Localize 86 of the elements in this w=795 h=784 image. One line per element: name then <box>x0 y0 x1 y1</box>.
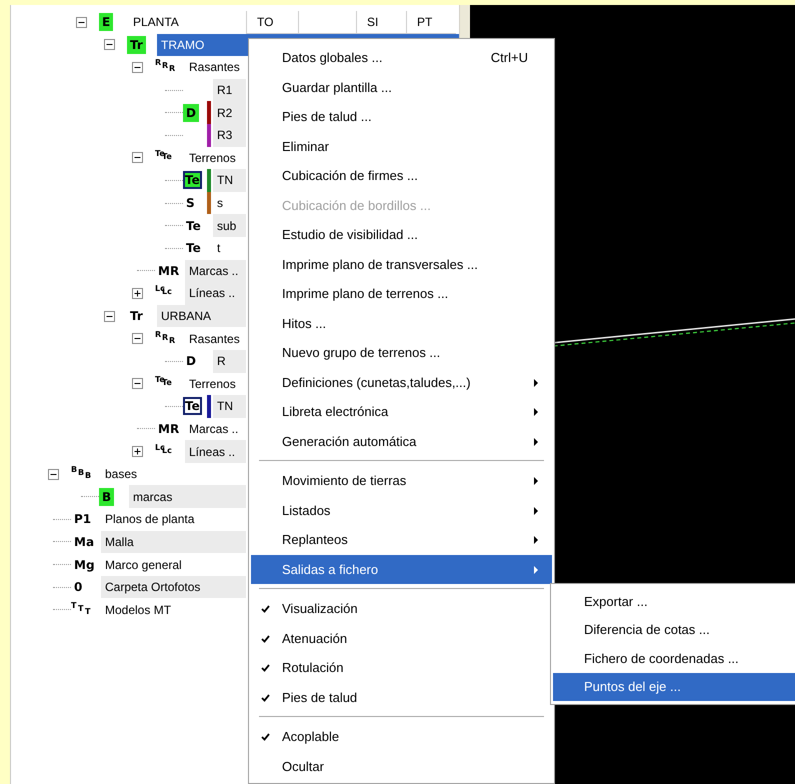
menu-item[interactable]: Fichero de coordenadas ... <box>553 644 795 672</box>
letter-icon: Te <box>183 216 204 235</box>
menu-item[interactable]: Estudio de visibilidad ... <box>251 220 552 250</box>
menu-item[interactable]: Visualización <box>251 594 552 624</box>
letter-icon: Tr <box>127 307 146 326</box>
tree-item[interactable]: R3 <box>213 124 246 147</box>
menu-item[interactable]: Nuevo grupo de terrenos ... <box>251 338 552 368</box>
menu-item[interactable]: Definiciones (cunetas,taludes,...) <box>251 368 552 397</box>
menu-item[interactable]: Datos globales ... Ctrl+U <box>251 43 552 72</box>
tree-item[interactable]: s <box>213 192 246 214</box>
collapse-icon[interactable] <box>132 378 143 390</box>
tree-item[interactable]: R <box>213 350 246 372</box>
menu-item[interactable]: Rotulación <box>251 653 552 682</box>
tree-item[interactable]: marcas <box>129 485 246 508</box>
letter-icon: MR <box>155 262 182 280</box>
menu-item[interactable]: Puntos del eje ... <box>553 672 795 701</box>
letter-icon: Ma <box>71 532 98 551</box>
menu-item[interactable]: Salidas a fichero <box>251 554 552 584</box>
menu-item[interactable]: Cubicación de firmes ... <box>251 161 552 190</box>
tree-item[interactable]: R1 <box>213 78 246 102</box>
tree-item[interactable]: Planos de planta <box>101 508 246 531</box>
letter-icon: Tr <box>127 36 146 54</box>
menu-item[interactable]: Diferencia de cotas ... <box>553 616 795 644</box>
tree-item[interactable]: Rasantes <box>185 56 246 79</box>
collapse-icon[interactable] <box>132 152 143 164</box>
menu-item[interactable]: Listados <box>251 496 552 525</box>
tree-item[interactable]: Marco general <box>101 553 246 576</box>
menu-item[interactable]: Guardar plantilla ... <box>251 72 552 102</box>
letter-icon: Mg <box>71 556 98 574</box>
letter-icon: RRR <box>155 58 177 76</box>
collapse-icon[interactable] <box>104 310 115 322</box>
expand-icon[interactable] <box>132 446 143 458</box>
menu-item[interactable]: Pies de talud ... <box>251 102 552 132</box>
tree-item[interactable]: Terrenos <box>185 146 246 170</box>
tree-item[interactable]: TN <box>213 395 246 418</box>
menu-item[interactable]: Atenuación <box>251 624 552 653</box>
tree-item[interactable]: Marcas .. <box>185 260 246 282</box>
menu-item[interactable]: Replanteos <box>251 525 552 554</box>
tree-item[interactable]: sub <box>213 214 246 237</box>
collapse-icon[interactable] <box>132 62 143 73</box>
tree-item[interactable]: t <box>213 236 246 260</box>
menu-item[interactable]: Exportar ... <box>553 587 795 616</box>
tree-item[interactable]: TN <box>213 169 246 192</box>
menu-item[interactable]: Pies de talud <box>251 682 552 712</box>
menu-item[interactable]: Hitos ... <box>251 308 552 338</box>
tree-item[interactable]: Marcas .. <box>185 418 246 440</box>
letter-icon: Te <box>183 171 202 190</box>
letter-icon: T T T <box>71 600 93 619</box>
tree-item[interactable]: Líneas .. <box>185 282 246 305</box>
collapse-icon[interactable] <box>76 16 87 28</box>
menu-item[interactable]: Movimiento de tierras <box>251 466 552 496</box>
letter-icon: D <box>183 352 199 370</box>
letter-icon: Te <box>183 239 204 258</box>
collapse-icon[interactable] <box>48 468 59 480</box>
tree-item[interactable]: Líneas .. <box>185 440 246 463</box>
menu-item[interactable]: Imprime plano de terrenos ... <box>251 279 552 308</box>
tree-item[interactable]: R2 <box>213 101 246 124</box>
menu-item[interactable]: Ocultar <box>251 752 552 781</box>
menu-item[interactable]: Generación automática <box>251 426 552 456</box>
menu-item[interactable]: Imprime plano de transversales ... <box>251 250 552 279</box>
tree-item[interactable]: Terrenos <box>185 372 246 396</box>
menu-item[interactable]: Eliminar <box>251 132 552 161</box>
letter-icon: RRR <box>155 330 177 348</box>
letter-icon: LcLc <box>155 442 177 461</box>
letter-icon: MR <box>155 420 182 438</box>
menu-item[interactable]: Acoplable <box>251 722 552 752</box>
letter-icon: S <box>183 194 198 212</box>
letter-icon: B B B <box>71 465 93 484</box>
collapse-icon[interactable] <box>104 39 115 50</box>
tree-item[interactable]: URBANA <box>157 304 246 328</box>
letter-icon: D <box>183 104 199 122</box>
tree-item[interactable]: TRAMO <box>157 34 246 56</box>
letter-icon: E <box>99 13 114 32</box>
expand-icon[interactable] <box>132 288 143 299</box>
menu-item[interactable]: Libreta electrónica <box>251 397 552 426</box>
letter-icon: P1 <box>71 510 94 528</box>
letter-icon: 0 <box>71 578 86 596</box>
letter-icon: B <box>99 488 114 506</box>
tree-item[interactable]: PLANTA <box>129 11 246 34</box>
tree-item[interactable]: Rasantes <box>185 327 246 350</box>
tree-item[interactable]: bases <box>101 462 246 486</box>
tree-item[interactable]: Malla <box>101 530 246 554</box>
collapse-icon[interactable] <box>132 333 143 344</box>
letter-icon: LcLc <box>155 284 177 302</box>
tree-item[interactable]: Carpeta Ortofotos <box>101 576 246 598</box>
tree-item[interactable]: Modelos MT <box>101 598 246 622</box>
